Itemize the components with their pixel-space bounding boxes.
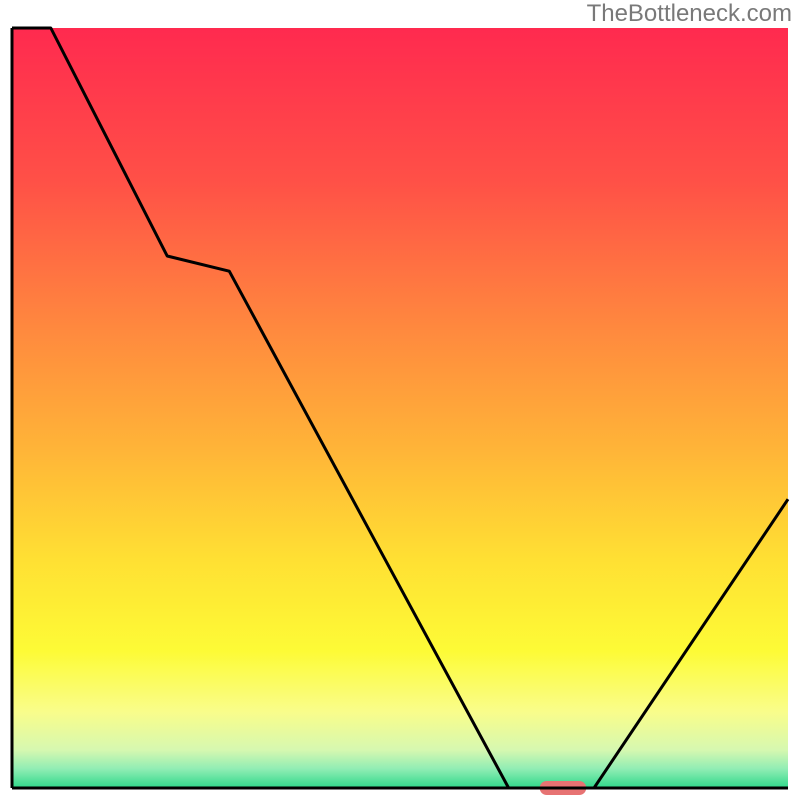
chart-svg <box>0 0 800 800</box>
watermark-text: TheBottleneck.com <box>587 0 792 28</box>
bottleneck-chart: TheBottleneck.com <box>0 0 800 800</box>
